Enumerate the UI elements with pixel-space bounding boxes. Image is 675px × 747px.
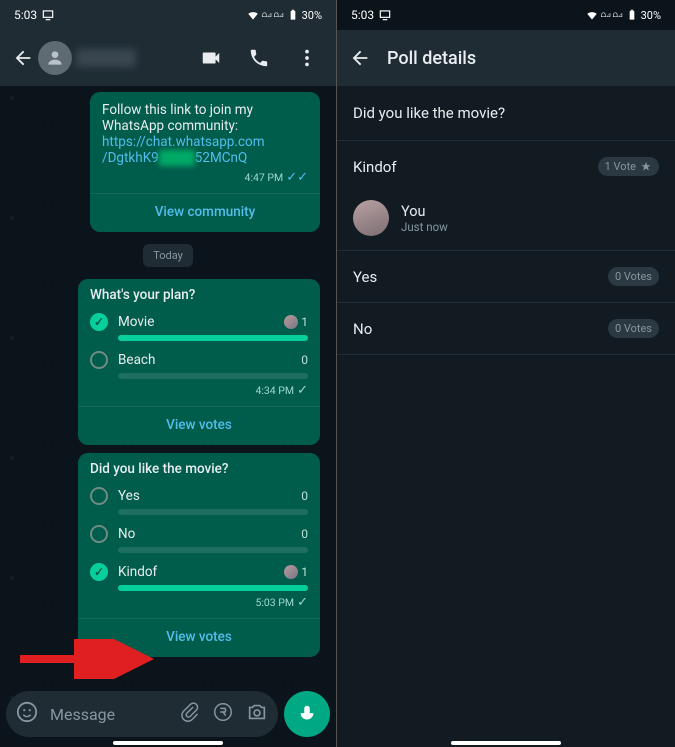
view-votes-link[interactable]: View votes: [90, 415, 308, 437]
vote-count: 1: [301, 315, 308, 329]
bubble-time: 5:03 PM: [255, 596, 294, 609]
radio-unchecked-icon[interactable]: [90, 487, 108, 505]
status-bar: 5:03 ⩍⊿ ⩍⊿ 30%: [0, 0, 336, 30]
sent-check-icon: ✓: [297, 383, 308, 398]
read-checks-icon: ✓✓: [286, 170, 308, 185]
wifi-icon: [585, 8, 599, 22]
radio-checked-icon[interactable]: [90, 313, 108, 331]
poll-question: Did you like the movie?: [90, 461, 308, 477]
bubble-time: 4:47 PM: [245, 171, 284, 184]
radio-unchecked-icon[interactable]: [90, 525, 108, 543]
voter-avatar-dot: [284, 565, 298, 579]
answer-row-yes[interactable]: Yes 0 Votes: [337, 251, 675, 302]
option-label: No: [118, 526, 291, 542]
answer-label: Kindof: [353, 158, 397, 176]
vote-count: 0: [301, 353, 308, 367]
invite-link-part-b[interactable]: 52MCnQ: [195, 150, 248, 166]
chat-screen: 5:03 ⩍⊿ ⩍⊿ 30% Follow: [0, 0, 337, 747]
option-label: Yes: [118, 488, 291, 504]
vote-chip: 0 Votes: [608, 319, 659, 338]
status-time: 5:03: [14, 8, 37, 22]
poll-option[interactable]: No 0: [90, 525, 308, 543]
poll-option[interactable]: Beach 0: [90, 351, 308, 369]
voter-avatar-dot: [284, 315, 298, 329]
video-call-icon[interactable]: [200, 47, 222, 69]
status-bar: 5:03 ⩍⊿ ⩍⊿ 30%: [337, 0, 675, 30]
option-label: Kindof: [118, 564, 274, 580]
camera-icon[interactable]: [246, 701, 268, 727]
view-votes-link[interactable]: View votes: [90, 627, 308, 649]
cast-icon: [41, 8, 55, 22]
vote-chip: 0 Votes: [608, 267, 659, 286]
poll-question: What's your plan?: [90, 287, 308, 303]
battery-icon: [625, 8, 639, 22]
back-button[interactable]: [345, 38, 375, 78]
sent-check-icon: ✓: [297, 595, 308, 610]
voter-row[interactable]: You Just now: [337, 192, 675, 250]
option-label: Movie: [118, 314, 274, 330]
option-label: Beach: [118, 352, 291, 368]
vote-count: 0: [301, 489, 308, 503]
answer-row-no[interactable]: No 0 Votes: [337, 303, 675, 354]
mic-button[interactable]: [284, 691, 330, 737]
star-icon: [640, 161, 652, 173]
battery-icon: [286, 8, 300, 22]
vote-count: 1: [301, 565, 308, 579]
back-button[interactable]: [8, 38, 38, 78]
invite-text: Follow this link to join my WhatsApp com…: [102, 102, 308, 134]
screen-title: Poll details: [387, 48, 476, 69]
view-community-link[interactable]: View community: [102, 202, 308, 224]
message-placeholder: Message: [50, 705, 166, 724]
message-input-row: Message: [6, 691, 330, 737]
vote-count: 0: [301, 527, 308, 541]
chat-body[interactable]: Follow this link to join my WhatsApp com…: [0, 86, 336, 747]
contact-name[interactable]: [76, 49, 136, 67]
status-time: 5:03: [351, 8, 374, 22]
date-separator: Today: [143, 244, 193, 267]
poll-bubble-plan[interactable]: What's your plan? Movie 1 Beach 0 4:34 P…: [78, 279, 320, 445]
contact-avatar[interactable]: [38, 41, 72, 75]
gesture-home-bar: [113, 741, 223, 745]
poll-bubble-movie[interactable]: Did you like the movie? Yes 0 No 0 Kindo…: [78, 453, 320, 657]
emoji-icon[interactable]: [16, 701, 38, 727]
volte-icon: ⩍⊿: [601, 10, 611, 20]
voter-name: You: [401, 203, 448, 220]
volte-icon-2: ⩍⊿: [613, 10, 623, 20]
poll-option[interactable]: Movie 1: [90, 313, 308, 331]
chat-app-bar: [0, 30, 336, 86]
voice-call-icon[interactable]: [248, 47, 270, 69]
invite-link-line1[interactable]: https://chat.whatsapp.com: [102, 134, 265, 150]
details-app-bar: Poll details: [337, 30, 675, 86]
attach-icon[interactable]: [178, 701, 200, 727]
wifi-icon: [246, 8, 260, 22]
battery-pct: 30%: [302, 9, 322, 22]
radio-unchecked-icon[interactable]: [90, 351, 108, 369]
more-menu-icon[interactable]: [296, 47, 318, 69]
voter-avatar: [353, 200, 389, 236]
invite-link-part-a[interactable]: /DgtkhK9: [102, 150, 159, 166]
poll-details-screen: 5:03 ⩍⊿ ⩍⊿ 30% Poll details Did you like…: [337, 0, 675, 747]
poll-option[interactable]: Yes 0: [90, 487, 308, 505]
payment-icon[interactable]: [212, 701, 234, 727]
answer-label: Yes: [353, 268, 377, 286]
volte-icon: ⩍⊿: [262, 10, 272, 20]
gesture-home-bar: [451, 741, 561, 745]
battery-pct: 30%: [641, 9, 661, 22]
poll-question: Did you like the movie?: [337, 86, 675, 140]
vote-chip: 1 Vote: [598, 157, 659, 176]
volte-icon-2: ⩍⊿: [274, 10, 284, 20]
message-input[interactable]: Message: [6, 691, 278, 737]
answer-label: No: [353, 320, 372, 338]
radio-checked-icon[interactable]: [90, 563, 108, 581]
poll-option[interactable]: Kindof 1: [90, 563, 308, 581]
cast-icon: [378, 8, 392, 22]
answer-row-kindof[interactable]: Kindof 1 Vote: [337, 141, 675, 192]
poll-details-body: Did you like the movie? Kindof 1 Vote Yo…: [337, 86, 675, 747]
community-invite-bubble[interactable]: Follow this link to join my WhatsApp com…: [90, 92, 320, 232]
voter-time: Just now: [401, 220, 448, 234]
bubble-time: 4:34 PM: [255, 384, 294, 397]
